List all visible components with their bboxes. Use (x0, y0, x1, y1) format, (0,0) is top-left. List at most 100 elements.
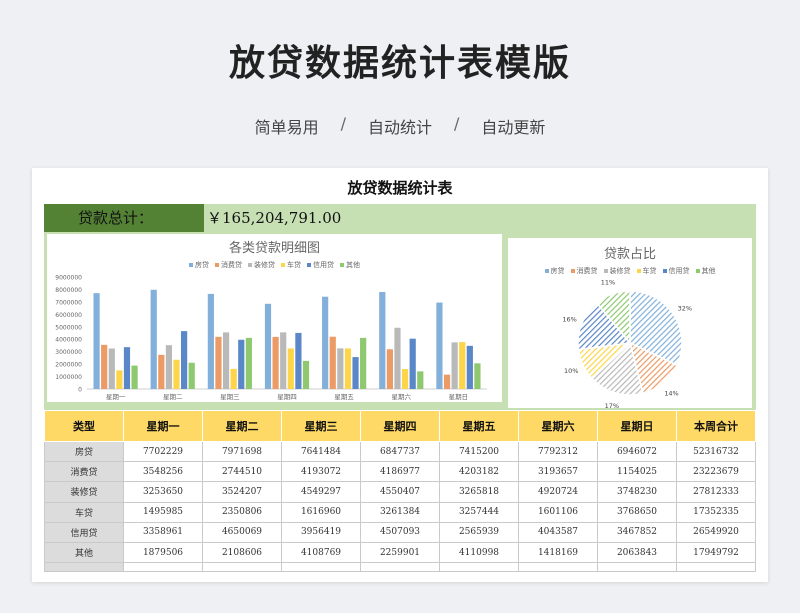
row-label-cell[interactable]: 消费贷 (44, 461, 124, 483)
table-empty-cell[interactable] (281, 562, 361, 573)
table-empty-cell[interactable] (202, 562, 282, 573)
table-cell[interactable]: 3261384 (360, 501, 440, 523)
table-empty-cell[interactable] (597, 562, 677, 573)
table-row: 消费贷 3548256 2744510 4193072 4186977 4203182 31… (44, 461, 756, 483)
y-tick-label: 7000000 (55, 299, 82, 306)
bar (116, 370, 123, 389)
table-cell[interactable]: 3548256 (123, 461, 203, 483)
row-label-cell[interactable]: 其他 (44, 541, 124, 564)
table-cell[interactable]: 1879506 (123, 541, 203, 564)
bar (150, 289, 157, 389)
table-cell[interactable]: 3524207 (202, 481, 282, 503)
table-cell[interactable]: 4043587 (518, 521, 598, 543)
table-cell[interactable]: 26549920 (676, 521, 756, 543)
table-cell[interactable]: 17352335 (676, 501, 756, 523)
bar (394, 327, 401, 389)
column-header[interactable]: 星期四 (360, 410, 440, 442)
table-cell[interactable]: 1418169 (518, 541, 598, 564)
bar-chart-panel[interactable]: 各类贷款明细图 房贷 消费贷 装修贷 车贷 信用贷 其他 0 1000000 2000000 3… (47, 234, 502, 402)
table-cell[interactable]: 4108769 (281, 541, 361, 564)
x-tick-label: 星期四 (277, 393, 297, 401)
table-empty-cell[interactable] (518, 562, 598, 573)
table-empty-cell[interactable] (44, 562, 124, 573)
table-cell[interactable]: 4186977 (360, 461, 440, 483)
table-cell[interactable]: 7641484 (281, 440, 361, 463)
bar (158, 354, 165, 389)
bar (165, 345, 173, 389)
table-cell[interactable]: 2108606 (202, 541, 282, 564)
table-cell[interactable]: 7415200 (439, 440, 519, 463)
table-cell[interactable]: 7792312 (518, 440, 598, 463)
bar (238, 339, 245, 389)
column-header[interactable]: 星期六 (518, 410, 598, 442)
row-label-cell[interactable]: 装修贷 (44, 481, 124, 503)
row-label-cell[interactable]: 房贷 (44, 440, 124, 463)
bar (264, 303, 272, 389)
table-cell[interactable]: 4110998 (439, 541, 519, 564)
table-cell[interactable]: 3467852 (597, 521, 677, 543)
table-cell[interactable]: 7971698 (202, 440, 282, 463)
table-cell[interactable]: 1154025 (597, 461, 677, 483)
table-cell[interactable]: 3956419 (281, 521, 361, 543)
table-cell[interactable]: 23223679 (676, 461, 756, 483)
table-cell[interactable]: 1601106 (518, 501, 598, 523)
y-tick-label: 8000000 (55, 287, 82, 294)
table-empty-cell[interactable] (360, 562, 440, 573)
column-header[interactable]: 星期二 (202, 410, 282, 442)
table-cell[interactable]: 4550407 (360, 481, 440, 503)
bar (181, 331, 188, 389)
table-cell[interactable]: 6847737 (360, 440, 440, 463)
table-cell[interactable]: 3193657 (518, 461, 598, 483)
table-cell[interactable]: 4920724 (518, 481, 598, 503)
table-cell[interactable]: 2565939 (439, 521, 519, 543)
table-cell[interactable]: 2259901 (360, 541, 440, 564)
feature-separator: / (454, 114, 460, 133)
bar (302, 360, 310, 389)
column-header[interactable]: 星期日 (597, 410, 677, 442)
column-header[interactable]: 星期一 (123, 410, 203, 442)
table-cell[interactable]: 3257444 (439, 501, 519, 523)
table-cell[interactable]: 3358961 (123, 521, 203, 543)
table-empty-cell[interactable] (123, 562, 203, 573)
table-cell[interactable]: 7702229 (123, 440, 203, 463)
table-cell[interactable]: 4507093 (360, 521, 440, 543)
column-header[interactable]: 星期三 (281, 410, 361, 442)
bar (222, 332, 230, 389)
total-value[interactable]: ￥165,204,791.00 (207, 204, 341, 232)
table-cell[interactable]: 27812333 (676, 481, 756, 503)
table-cell[interactable]: 3265818 (439, 481, 519, 503)
table-cell[interactable]: 4193072 (281, 461, 361, 483)
table-empty-cell[interactable] (439, 562, 519, 573)
row-label-cell[interactable]: 车贷 (44, 501, 124, 523)
table-cell[interactable]: 4650069 (202, 521, 282, 543)
table-cell[interactable]: 3748230 (597, 481, 677, 503)
table-cell[interactable]: 4549297 (281, 481, 361, 503)
table-cell[interactable]: 17949792 (676, 541, 756, 564)
table-cell[interactable]: 52316732 (676, 440, 756, 463)
bar (101, 344, 108, 389)
table-empty-cell[interactable] (676, 562, 756, 573)
y-tick-label: 3000000 (55, 349, 82, 356)
row-label-cell[interactable]: 信用贷 (44, 521, 124, 543)
table-cell[interactable]: 2063843 (597, 541, 677, 564)
bar (360, 337, 367, 389)
bar (230, 368, 237, 389)
column-header-type[interactable]: 类型 (44, 410, 124, 442)
table-cell[interactable]: 2350806 (202, 501, 282, 523)
bar (108, 348, 115, 389)
table-cell[interactable]: 2744510 (202, 461, 282, 483)
column-header[interactable]: 星期五 (439, 410, 519, 442)
pie-data-label: 14% (664, 390, 678, 398)
bar (436, 302, 443, 389)
pie-chart-panel[interactable]: 贷款占比 房贷 消费贷 装修贷 车贷 信用贷 其他 32% 14% 17% 10% 16% 11% (508, 238, 752, 408)
table-cell[interactable]: 3768650 (597, 501, 677, 523)
table-cell[interactable]: 4203182 (439, 461, 519, 483)
sheet-title: 放贷数据统计表 (347, 179, 453, 197)
table-cell[interactable]: 6946072 (597, 440, 677, 463)
table-cell[interactable]: 3253650 (123, 481, 203, 503)
table-row: 装修贷 3253650 3524207 4549297 4550407 3265818 49… (44, 481, 756, 503)
bar (215, 336, 222, 389)
table-cell[interactable]: 1616960 (281, 501, 361, 523)
column-header[interactable]: 本周合计 (676, 410, 756, 442)
table-cell[interactable]: 1495985 (123, 501, 203, 523)
